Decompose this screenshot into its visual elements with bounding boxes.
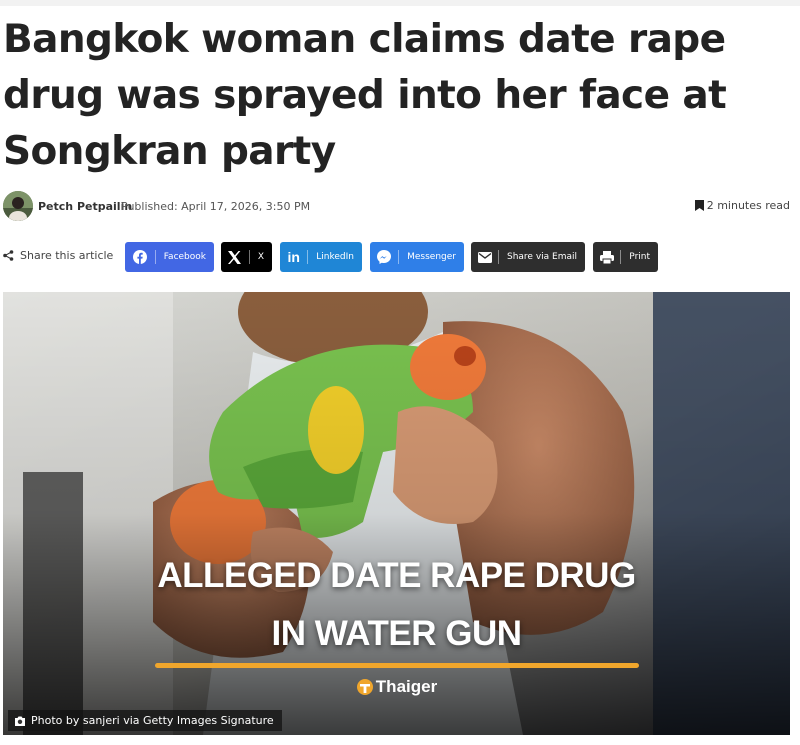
facebook-icon — [125, 242, 155, 272]
messenger-icon — [370, 242, 398, 272]
read-time-text: 2 minutes read — [706, 199, 790, 212]
hero-headline-line2: IN WATER GUN — [271, 614, 522, 653]
water-gun-photo — [3, 292, 790, 735]
featured-image: ALLEGED DATE RAPE DRUG IN WATER GUN Thai… — [3, 292, 790, 735]
separator — [620, 250, 622, 264]
linkedin-label: LinkedIn — [316, 252, 354, 262]
print-icon — [593, 242, 620, 272]
separator — [248, 250, 250, 264]
share-x-button[interactable]: X — [221, 242, 272, 272]
separator — [154, 250, 156, 264]
read-time: 2 minutes read — [694, 199, 790, 212]
hero-headline-line1: ALLEGED DATE RAPE DRUG — [157, 556, 636, 595]
bookmark-icon — [694, 200, 704, 211]
facebook-label: Facebook — [163, 252, 206, 262]
share-messenger-button[interactable]: Messenger — [370, 242, 464, 272]
separator — [398, 250, 400, 264]
share-linkedin-button[interactable]: in LinkedIn — [280, 242, 362, 272]
share-label-text: Share this article — [20, 249, 114, 262]
camera-icon — [15, 716, 25, 726]
photo-caption: Photo by sanjeri via Getty Images Signat… — [8, 710, 282, 731]
email-icon — [471, 242, 498, 272]
article-title: Bangkok woman claims date rape drug was … — [3, 17, 727, 174]
print-button[interactable]: Print — [593, 242, 658, 272]
share-facebook-button[interactable]: Facebook — [125, 242, 214, 272]
messenger-label: Messenger — [407, 252, 456, 262]
share-label: Share this article — [3, 249, 113, 262]
share-icon — [3, 250, 14, 261]
top-strip — [0, 0, 800, 6]
author-avatar[interactable] — [3, 191, 33, 221]
linkedin-icon: in — [287, 249, 300, 265]
email-label: Share via Email — [506, 252, 577, 262]
photo-caption-text: Photo by sanjeri via Getty Images Signat… — [31, 714, 274, 727]
article-meta: Petch Petpailin Published: April 17, 202… — [3, 191, 790, 221]
separator — [307, 250, 309, 264]
thaiger-logo: Thaiger — [3, 677, 790, 697]
separator — [498, 250, 499, 264]
thaiger-logo-text: Thaiger — [375, 677, 438, 696]
thaiger-logo-icon — [356, 679, 373, 695]
share-bar: Share this article Facebook X in LinkedI… — [3, 242, 793, 272]
x-icon — [221, 242, 249, 272]
author-name[interactable]: Petch Petpailin — [38, 200, 132, 213]
published-date: Published: April 17, 2026, 3:50 PM — [121, 200, 311, 213]
x-label: X — [257, 252, 264, 262]
share-email-button[interactable]: Share via Email — [471, 242, 585, 272]
print-label: Print — [629, 252, 650, 262]
